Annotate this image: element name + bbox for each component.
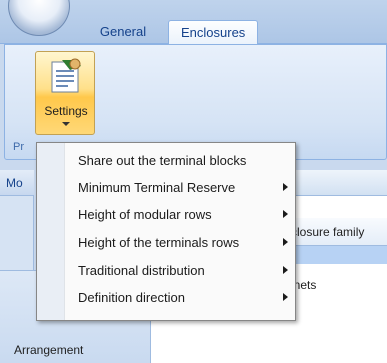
menu-item-label: Minimum Terminal Reserve: [78, 180, 236, 195]
menu-item-label: Share out the terminal blocks: [78, 153, 247, 168]
menu-item-label: Traditional distribution: [78, 263, 205, 278]
settings-button-label: Settings: [44, 104, 88, 118]
menu-item-height-modular-rows[interactable]: Height of modular rows: [37, 201, 295, 227]
menu-item-traditional-distribution[interactable]: Traditional distribution: [37, 257, 295, 283]
menu-item-definition-direction[interactable]: Definition direction: [37, 284, 295, 310]
submenu-arrow-icon: [283, 266, 288, 274]
chevron-down-icon: [62, 122, 70, 126]
menu-item-share-out-terminal-blocks[interactable]: Share out the terminal blocks: [37, 147, 295, 173]
tab-general[interactable]: General: [80, 20, 166, 45]
submenu-arrow-icon: [283, 293, 288, 301]
application-menu-button[interactable]: [8, 0, 70, 36]
settings-document-icon: [51, 58, 81, 93]
menu-item-label: Height of modular rows: [78, 207, 212, 222]
ribbon-tab-strip: General Enclosures: [0, 0, 387, 45]
submenu-arrow-icon: [283, 210, 288, 218]
menu-item-minimum-terminal-reserve[interactable]: Minimum Terminal Reserve: [37, 174, 295, 200]
arrangement-label: Arrangement: [14, 343, 84, 357]
column-header-label: closure family: [291, 225, 365, 239]
submenu-arrow-icon: [283, 183, 288, 191]
tab-enclosures[interactable]: Enclosures: [168, 20, 258, 45]
ribbon-group-label: Pr: [13, 141, 24, 153]
settings-dropdown-menu: Share out the terminal blocks Minimum Te…: [36, 142, 296, 321]
submenu-arrow-icon: [283, 238, 288, 246]
menu-item-label: Definition direction: [78, 290, 185, 305]
left-panel-header-label: Mo: [6, 176, 23, 190]
left-panel-header: Mo: [0, 170, 34, 196]
menu-item-height-terminals-rows[interactable]: Height of the terminals rows: [37, 229, 295, 255]
application-window: General Enclosures Settings Pr Mo Arrang…: [0, 0, 387, 363]
settings-button[interactable]: Settings: [35, 51, 95, 135]
menu-item-label: Height of the terminals rows: [78, 235, 240, 250]
